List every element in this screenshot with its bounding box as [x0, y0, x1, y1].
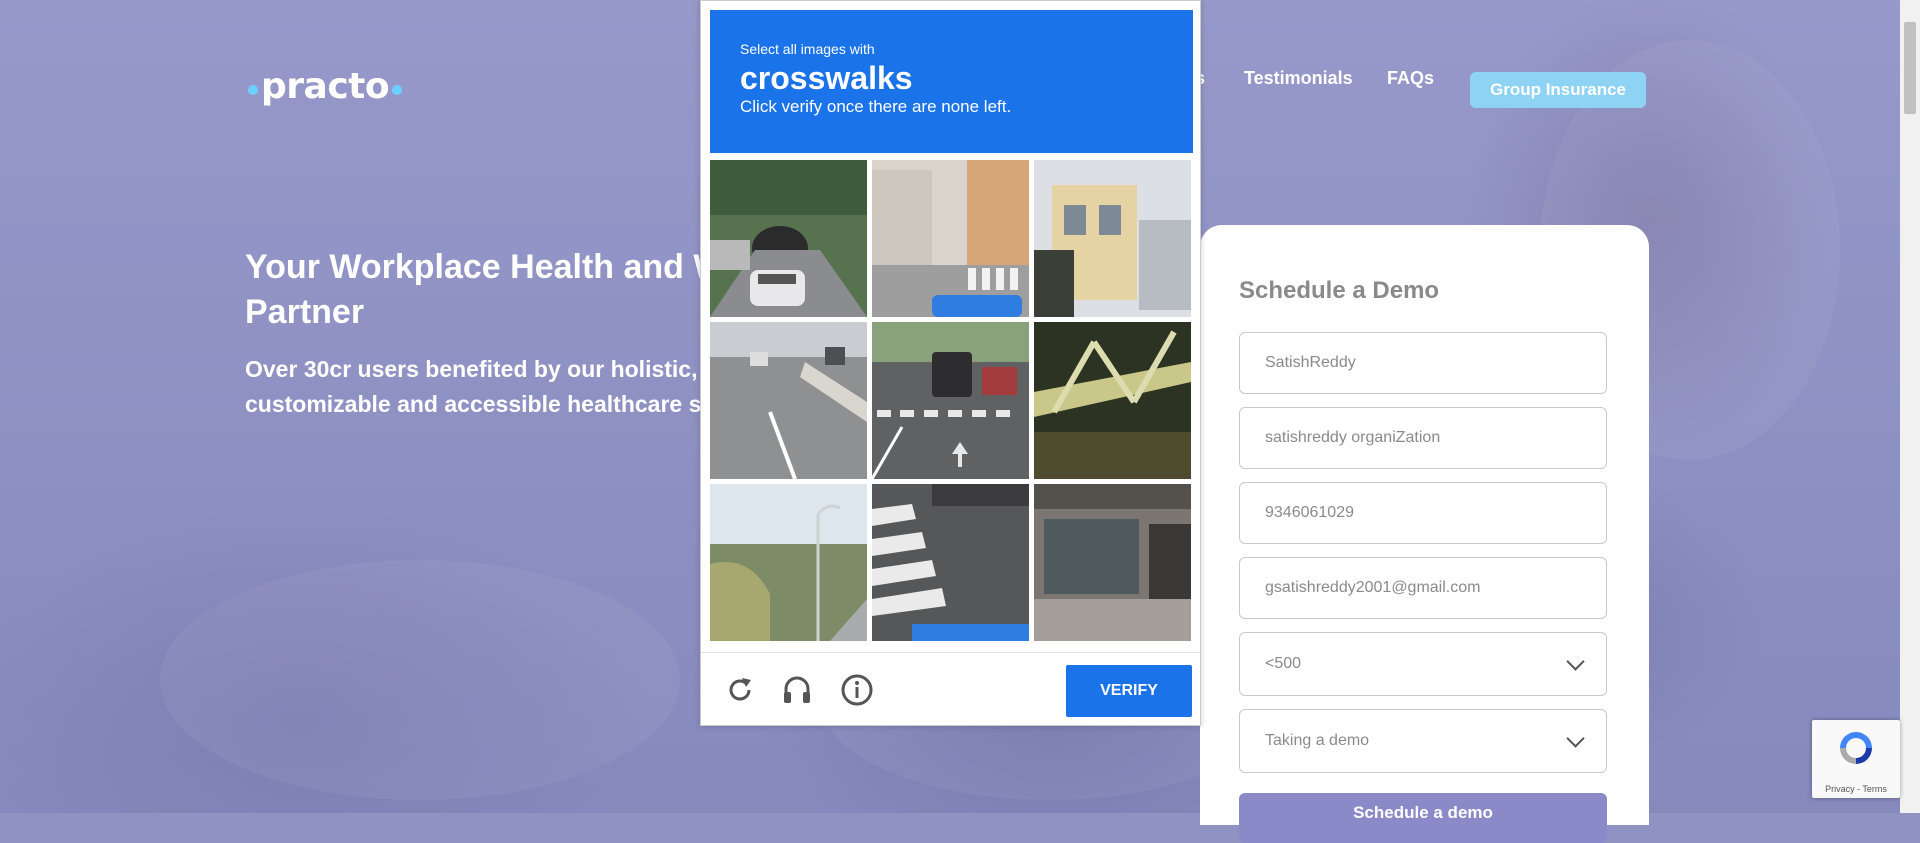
audio-challenge-button[interactable] — [780, 673, 814, 707]
schedule-demo-card: Schedule a Demo SatishReddy satishreddy … — [1200, 225, 1649, 843]
tile-image-house-facade — [1034, 160, 1191, 317]
tile-image-highway-lanes — [710, 322, 867, 479]
phone-field[interactable]: 9346061029 — [1239, 482, 1607, 544]
chevron-down-icon — [1566, 729, 1585, 748]
scrollbar-thumb[interactable] — [1904, 22, 1916, 114]
interest-value: Taking a demo — [1265, 732, 1370, 749]
tile-image-highway-tunnel — [710, 160, 867, 317]
captcha-tile-4[interactable] — [710, 322, 867, 479]
name-value: SatishReddy — [1265, 354, 1356, 371]
tile-image-zebra-crossing-closeup — [872, 484, 1029, 641]
captcha-tile-8[interactable] — [872, 484, 1029, 641]
name-field[interactable]: SatishReddy — [1239, 332, 1607, 394]
tile-image-garage-building — [1034, 484, 1191, 641]
recaptcha-badge[interactable]: Privacy - Terms — [1812, 720, 1900, 798]
captcha-header: Select all images with crosswalks Click … — [710, 10, 1193, 153]
info-button[interactable] — [840, 673, 874, 707]
verify-button[interactable]: VERIFY — [1066, 665, 1192, 717]
tile-image-road-crosswalk-car — [872, 322, 1029, 479]
page-scrollbar[interactable] — [1900, 0, 1920, 813]
audio-challenge-icon — [784, 676, 810, 703]
organization-value: satishreddy organiZation — [1265, 429, 1441, 446]
captcha-tile-9[interactable] — [1034, 484, 1191, 641]
captcha-image-grid — [710, 160, 1193, 643]
group-insurance-button[interactable]: Group Insurance — [1470, 72, 1646, 108]
organization-field[interactable]: satishreddy organiZation — [1239, 407, 1607, 469]
email-field[interactable]: gsatishreddy2001@gmail.com — [1239, 557, 1607, 619]
captcha-footer: VERIFY — [701, 652, 1200, 727]
hero-subtitle: Over 30cr users benefited by our holisti… — [245, 352, 765, 422]
chevron-down-icon — [1566, 652, 1585, 671]
captcha-instruction: Select all images with — [740, 41, 875, 57]
tile-image-street-corner-crosswalk — [872, 160, 1029, 317]
phone-value: 9346061029 — [1265, 504, 1354, 521]
company-size-select[interactable]: <500 — [1239, 632, 1607, 696]
practo-logo[interactable]: practo — [245, 66, 405, 107]
captcha-challenge: Select all images with crosswalks Click … — [700, 0, 1201, 726]
captcha-hint: Click verify once there are none left. — [740, 97, 1012, 116]
hero-subtitle-text: Over 30cr users benefited by our holisti… — [245, 356, 702, 417]
info-icon — [841, 674, 873, 706]
schedule-demo-label: Schedule a demo — [1353, 803, 1493, 822]
captcha-tile-5[interactable] — [872, 322, 1029, 479]
captcha-tile-1[interactable] — [710, 160, 867, 317]
recaptcha-logo-icon — [1840, 732, 1872, 764]
captcha-target: crosswalks — [740, 60, 913, 96]
logo-dot-left — [248, 84, 258, 95]
reload-button[interactable] — [723, 673, 757, 707]
company-size-value: <500 — [1265, 655, 1302, 672]
interest-select[interactable]: Taking a demo — [1239, 709, 1607, 773]
reload-icon — [729, 678, 751, 701]
captcha-tile-6[interactable] — [1034, 322, 1191, 479]
tile-image-bridge-truss — [1034, 322, 1191, 479]
email-value: gsatishreddy2001@gmail.com — [1265, 579, 1481, 596]
recaptcha-privacy-terms[interactable]: Privacy - Terms — [1812, 784, 1900, 794]
captcha-tile-7[interactable] — [710, 484, 867, 641]
logo-dot-right — [392, 84, 403, 95]
nav-item-faqs[interactable]: FAQs — [1387, 68, 1434, 89]
captcha-tile-3[interactable] — [1034, 160, 1191, 317]
tile-image-roadside-grass-streetlight — [710, 484, 867, 641]
schedule-demo-button[interactable]: Schedule a demo — [1239, 793, 1607, 843]
form-title: Schedule a Demo — [1239, 277, 1440, 304]
hero-title: Your Workplace Health and W Partner — [245, 245, 765, 335]
hero-title-text: Your Workplace Health and W Partner — [245, 248, 725, 331]
logo-text: practo — [261, 66, 390, 107]
nav-item-testimonials[interactable]: Testimonials — [1244, 68, 1353, 89]
captcha-tile-2[interactable] — [872, 160, 1029, 317]
